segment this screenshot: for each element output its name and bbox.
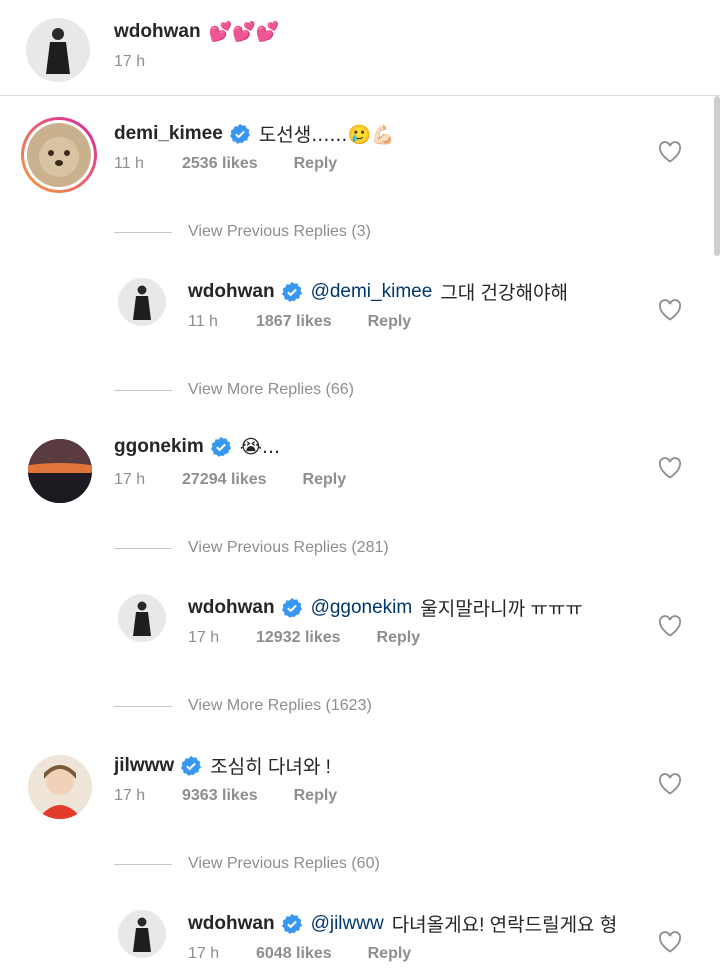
comment-time: 11 h <box>114 155 144 172</box>
comment-likes[interactable]: 27294 likes <box>182 471 267 489</box>
verified-badge-icon <box>229 123 251 145</box>
caption-time: 17 h <box>114 53 146 70</box>
view-previous-replies[interactable]: View Previous Replies (3) <box>114 223 371 241</box>
caption-username[interactable]: wdohwan <box>114 21 201 43</box>
reply-likes[interactable]: 1867 likes <box>256 313 332 331</box>
reply-likes[interactable]: 12932 likes <box>256 629 341 647</box>
divider <box>114 863 172 865</box>
scrollbar[interactable] <box>714 96 720 256</box>
reply-likes[interactable]: 6048 likes <box>256 945 332 963</box>
view-more-replies[interactable]: View More Replies (1623) <box>114 697 372 715</box>
heart-icon[interactable] <box>658 773 682 795</box>
reply-button[interactable]: Reply <box>294 787 338 805</box>
post-caption: wdohwan 💕💕💕 17 h <box>0 0 720 96</box>
toggle-label[interactable]: View Previous Replies (3) <box>188 223 371 241</box>
verified-badge-icon <box>281 913 303 935</box>
comment-text: 도선생......🥲💪🏻 <box>258 124 395 146</box>
mention-link[interactable]: @ggonekim <box>311 597 413 619</box>
avatar[interactable] <box>118 278 166 326</box>
heart-icon[interactable] <box>658 615 682 637</box>
reply-button[interactable]: Reply <box>294 155 338 173</box>
reply-button[interactable]: Reply <box>303 471 347 489</box>
reply-username[interactable]: wdohwan <box>188 597 275 619</box>
divider <box>114 547 172 549</box>
story-avatar[interactable] <box>21 117 97 193</box>
heart-icon[interactable] <box>658 457 682 479</box>
verified-badge-icon <box>281 281 303 303</box>
verified-badge-icon <box>281 597 303 619</box>
avatar[interactable] <box>28 755 92 819</box>
comment-username[interactable]: ggonekim <box>114 436 204 458</box>
reply-button[interactable]: Reply <box>368 945 412 963</box>
caption-text: 💕💕💕 <box>208 21 280 43</box>
comment-time: 17 h <box>114 787 146 804</box>
reply-text: 그대 건강해야해 <box>440 283 568 304</box>
avatar[interactable] <box>28 439 92 503</box>
avatar[interactable] <box>118 594 166 642</box>
reply-button[interactable]: Reply <box>377 629 421 647</box>
reply-time: 17 h <box>188 629 220 646</box>
comment-likes[interactable]: 2536 likes <box>182 155 258 173</box>
toggle-label[interactable]: View Previous Replies (60) <box>188 855 380 873</box>
divider <box>114 705 172 707</box>
comment-username[interactable]: jilwww <box>114 755 174 777</box>
comment-text: 😭... <box>239 436 281 458</box>
reply-time: 17 h <box>188 945 220 962</box>
heart-icon[interactable] <box>658 141 682 163</box>
divider <box>114 231 172 233</box>
reply-button[interactable]: Reply <box>368 313 412 331</box>
verified-badge-icon <box>210 436 232 458</box>
avatar[interactable] <box>118 910 166 958</box>
comment-likes[interactable]: 9363 likes <box>182 787 258 805</box>
mention-link[interactable]: @jilwww <box>311 913 384 935</box>
reply-text: 울지말라니까 ㅠㅠㅠ <box>420 599 583 620</box>
verified-badge-icon <box>180 755 202 777</box>
comment-text: 조심히 다녀와 ! <box>210 757 331 778</box>
toggle-label[interactable]: View More Replies (66) <box>188 381 354 399</box>
heart-icon[interactable] <box>658 299 682 321</box>
reply-text: 다녀올게요! 연락드릴게요 형 <box>391 915 618 936</box>
view-previous-replies[interactable]: View Previous Replies (281) <box>114 539 389 557</box>
divider <box>114 389 172 391</box>
reply-time: 11 h <box>188 313 218 330</box>
avatar[interactable] <box>26 18 90 82</box>
reply-username[interactable]: wdohwan <box>188 913 275 935</box>
heart-icon[interactable] <box>658 931 682 953</box>
toggle-label[interactable]: View More Replies (1623) <box>188 697 372 715</box>
view-more-replies[interactable]: View More Replies (66) <box>114 381 354 399</box>
mention-link[interactable]: @demi_kimee <box>311 281 433 303</box>
toggle-label[interactable]: View Previous Replies (281) <box>188 539 389 557</box>
comment-time: 17 h <box>114 471 146 488</box>
comment-username[interactable]: demi_kimee <box>114 123 223 145</box>
view-previous-replies[interactable]: View Previous Replies (60) <box>114 855 380 873</box>
reply-username[interactable]: wdohwan <box>188 281 275 303</box>
